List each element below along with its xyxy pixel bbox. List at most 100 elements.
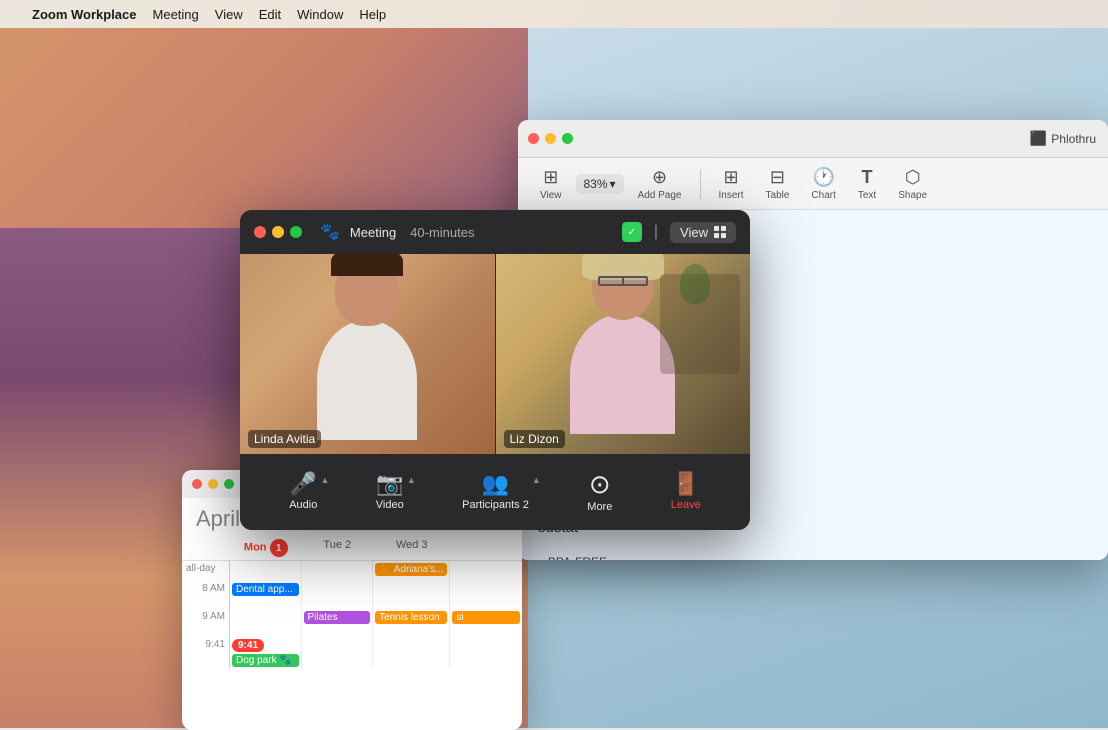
zoom-duration: 40-minutes xyxy=(410,225,474,240)
chevron-down-icon: ▾ xyxy=(610,177,616,191)
numbers-maximize-btn[interactable] xyxy=(562,133,573,144)
zoom-maximize-btn[interactable] xyxy=(290,226,302,238)
zoom-titlebar-controls: ✓ | View xyxy=(622,222,736,243)
toolbar-zoom-btn[interactable]: 83% ▾ xyxy=(576,174,624,194)
day-wed-header: Wed 3 xyxy=(373,536,450,561)
day-thu-header xyxy=(450,536,522,561)
numbers-app-icon: ⬛ xyxy=(1030,130,1047,147)
toolbar-text-btn[interactable]: T Text xyxy=(850,163,884,205)
9am-wed: Tennis lesson xyxy=(373,609,450,637)
day-mon-header: Mon 1 xyxy=(230,536,302,561)
calendar-close-btn[interactable] xyxy=(192,479,202,489)
numbers-toolbar: ⊞ View 83% ▾ ⊕ Add Page ⊞ Insert ⊟ Table… xyxy=(518,158,1108,210)
current-time-badge: 9:41 xyxy=(232,639,264,652)
menu-meeting[interactable]: Meeting xyxy=(153,7,199,22)
zoom-minimize-btn[interactable] xyxy=(272,226,284,238)
zoom-controls-bar: 🎤 Audio ▲ 📷 Video ▲ 👥 Participants 2 ▲ ⊙… xyxy=(240,454,750,530)
participant-1-figure xyxy=(297,254,437,454)
addpage-icon: ⊕ xyxy=(652,167,667,188)
all-day-thu xyxy=(450,561,522,581)
calendar-minimize-btn[interactable] xyxy=(208,479,218,489)
menu-bar: Zoom Workplace Meeting View Edit Window … xyxy=(0,0,1108,28)
participant-1-name: Linda Avitia xyxy=(248,430,321,448)
video-label: Video xyxy=(376,499,404,511)
menu-edit[interactable]: Edit xyxy=(259,7,281,22)
participant-2-name: Liz Dizon xyxy=(504,430,565,448)
participants-control[interactable]: 👥 Participants 2 ▲ xyxy=(462,473,529,511)
toolbar-chart-btn[interactable]: 🕐 Chart xyxy=(803,163,843,205)
view-icon: ⊞ xyxy=(543,167,558,188)
adriana-event: 🟠 Adriana's... xyxy=(375,563,447,576)
glasses xyxy=(598,276,648,286)
participant-1-body xyxy=(317,320,417,440)
zoom-shield-icon: ✓ xyxy=(622,222,642,242)
menu-view[interactable]: View xyxy=(215,7,243,22)
product-bullets: • BPA-FREE • SIMPLE INS xyxy=(538,552,1078,561)
9am-mon xyxy=(230,609,302,637)
app-name-menu[interactable]: Zoom Workplace xyxy=(32,7,137,22)
more-control[interactable]: ⊙ More xyxy=(587,471,612,513)
numbers-close-btn[interactable] xyxy=(528,133,539,144)
participants-icon: 👥 xyxy=(482,473,509,495)
8am-thu xyxy=(450,581,522,609)
audio-chevron: ▲ xyxy=(320,475,329,485)
zoom-video-area: Linda Avitia xyxy=(240,254,750,454)
bullet-bpa-free: • BPA-FREE xyxy=(538,552,1078,561)
all-day-mon xyxy=(230,561,302,581)
8am-mon: Dental app... xyxy=(230,581,302,609)
9am-thu: si xyxy=(450,609,522,637)
participant-1-bg xyxy=(240,254,495,454)
insert-icon: ⊞ xyxy=(723,167,738,188)
toolbar-table-btn[interactable]: ⊟ Table xyxy=(758,163,798,205)
today-badge: 1 xyxy=(270,539,288,557)
menu-help[interactable]: Help xyxy=(359,7,386,22)
audio-label: Audio xyxy=(289,499,317,511)
10am-mon: 9:41 Dog park 🐾 xyxy=(230,637,302,669)
video-chevron: ▲ xyxy=(407,475,416,485)
9am-tue: Pilates xyxy=(302,609,374,637)
audio-control[interactable]: 🎤 Audio ▲ xyxy=(289,473,317,511)
dental-event: Dental app... xyxy=(232,583,299,596)
toolbar-insert-btn[interactable]: ⊞ Insert xyxy=(711,163,752,205)
leave-control[interactable]: 🚪 Leave xyxy=(671,473,701,511)
video-control[interactable]: 📷 Video ▲ xyxy=(376,473,404,511)
all-day-tue xyxy=(302,561,374,581)
zoom-titlebar: 🐾 Meeting 40-minutes ✓ | View xyxy=(240,210,750,254)
participants-label: Participants 2 xyxy=(462,499,529,511)
dog-park-event: Dog park 🐾 xyxy=(232,654,299,667)
numbers-minimize-btn[interactable] xyxy=(545,133,556,144)
participants-chevron: ▲ xyxy=(532,475,541,485)
8am-wed xyxy=(373,581,450,609)
leave-label: Leave xyxy=(671,499,701,511)
zoom-view-btn[interactable]: View xyxy=(670,222,736,243)
toolbar-addpage-btn[interactable]: ⊕ Add Page xyxy=(630,163,690,205)
numbers-traffic-lights xyxy=(528,133,573,144)
participant-2-bg xyxy=(496,254,751,454)
toolbar-view-btn[interactable]: ⊞ View xyxy=(532,163,570,205)
text-icon: T xyxy=(862,167,873,188)
time-9am: 9 AM xyxy=(182,609,230,637)
zoom-traffic-lights xyxy=(254,226,302,238)
calendar-grid: Mon 1 Tue 2 Wed 3 all-day 🟠 Adriana's...… xyxy=(182,536,522,669)
view-label: View xyxy=(540,190,562,201)
partial-event-thu: si xyxy=(452,611,520,624)
10am-wed xyxy=(373,637,450,669)
pilates-event: Pilates xyxy=(304,611,371,624)
10am-thu xyxy=(450,637,522,669)
all-day-wed: 🟠 Adriana's... xyxy=(373,561,450,581)
more-label: More xyxy=(587,501,612,513)
menu-window[interactable]: Window xyxy=(297,7,343,22)
table-icon: ⊟ xyxy=(770,167,785,188)
8am-tue xyxy=(302,581,374,609)
microphone-icon: 🎤 xyxy=(290,473,317,495)
numbers-titlebar: ⬛ Phlothru xyxy=(518,120,1108,158)
zoom-paw-icon: 🐾 xyxy=(320,222,340,242)
video-camera-icon: 📷 xyxy=(376,473,403,495)
zoom-window: 🐾 Meeting 40-minutes ✓ | View xyxy=(240,210,750,530)
calendar-maximize-btn[interactable] xyxy=(224,479,234,489)
zoom-close-btn[interactable] xyxy=(254,226,266,238)
plant-decor xyxy=(680,264,710,304)
chart-icon: 🕐 xyxy=(812,167,834,188)
toolbar-shape-btn[interactable]: ⬡ Shape xyxy=(890,163,935,205)
hair-1 xyxy=(331,254,403,276)
